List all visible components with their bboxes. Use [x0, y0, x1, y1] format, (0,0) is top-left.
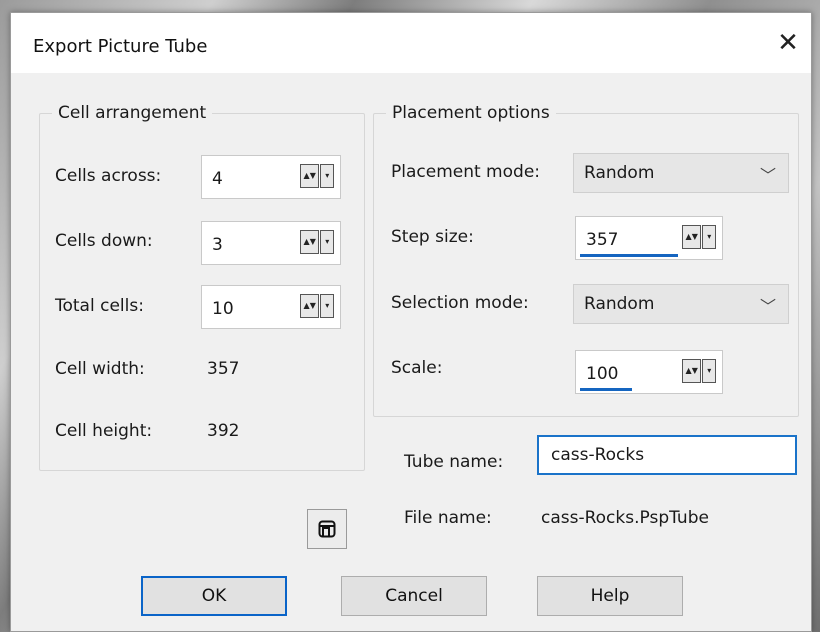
step-size-focus-underline — [580, 254, 678, 257]
spin-arrows-icon[interactable]: ▲▼ ▾ — [682, 359, 716, 383]
cells-down-value[interactable]: 3 — [212, 235, 223, 255]
selection-mode-value: Random — [584, 294, 655, 314]
cell-width-value: 357 — [207, 359, 240, 379]
spin-arrows-icon[interactable]: ▲▼ ▾ — [300, 294, 334, 318]
step-size-spinner[interactable]: 357 ▲▼ ▾ — [575, 216, 723, 260]
dialog-content: Cell arrangement Cells across: 4 ▲▼ ▾ Cel… — [11, 73, 811, 631]
file-name-value: cass-Rocks.PspTube — [541, 508, 709, 528]
selection-mode-select[interactable]: Random ﹀ — [573, 284, 789, 324]
cell-height-label: Cell height: — [55, 421, 153, 441]
title-bar: Export Picture Tube ✕ — [11, 13, 811, 73]
scale-spinner[interactable]: 100 ▲▼ ▾ — [575, 350, 723, 394]
cell-arrangement-legend: Cell arrangement — [58, 103, 207, 123]
total-cells-label: Total cells: — [55, 296, 144, 316]
spin-arrows-icon[interactable]: ▲▼ ▾ — [682, 225, 716, 249]
total-cells-spinner[interactable]: 10 ▲▼ ▾ — [201, 285, 341, 329]
link-ratio-icon — [318, 520, 336, 538]
cells-across-spinner[interactable]: 4 ▲▼ ▾ — [201, 155, 341, 199]
chevron-down-icon: ﹀ — [759, 166, 776, 185]
link-ratio-button[interactable] — [307, 509, 347, 549]
file-name-label: File name: — [404, 508, 492, 528]
export-picture-tube-dialog: Export Picture Tube ✕ Cell arrangement C… — [10, 12, 812, 632]
placement-mode-value: Random — [584, 163, 655, 183]
close-button[interactable]: ✕ — [765, 13, 811, 73]
cell-width-label: Cell width: — [55, 359, 145, 379]
spin-arrows-icon[interactable]: ▲▼ ▾ — [300, 230, 334, 254]
dialog-title: Export Picture Tube — [33, 36, 208, 57]
total-cells-value[interactable]: 10 — [212, 299, 234, 319]
cells-down-spinner[interactable]: 3 ▲▼ ▾ — [201, 221, 341, 265]
cells-across-value[interactable]: 4 — [212, 169, 223, 189]
cells-across-label: Cells across: — [55, 166, 162, 186]
help-button[interactable]: Help — [537, 576, 683, 616]
cancel-button[interactable]: Cancel — [341, 576, 487, 616]
cell-height-value: 392 — [207, 421, 240, 441]
step-size-value[interactable]: 357 — [586, 230, 618, 250]
scale-label: Scale: — [391, 358, 443, 378]
placement-mode-select[interactable]: Random ﹀ — [573, 153, 789, 193]
scale-focus-underline — [580, 388, 632, 391]
chevron-down-icon: ﹀ — [759, 297, 776, 316]
tube-name-input[interactable]: cass-Rocks — [537, 435, 797, 475]
cells-down-label: Cells down: — [55, 231, 153, 251]
tube-name-label: Tube name: — [404, 452, 504, 472]
ok-button[interactable]: OK — [141, 576, 287, 616]
scale-value[interactable]: 100 — [586, 364, 618, 384]
selection-mode-label: Selection mode: — [391, 293, 529, 313]
step-size-label: Step size: — [391, 227, 474, 247]
close-icon: ✕ — [777, 28, 799, 58]
spin-arrows-icon[interactable]: ▲▼ ▾ — [300, 164, 334, 188]
placement-options-legend: Placement options — [392, 103, 550, 123]
tube-name-value[interactable]: cass-Rocks — [551, 445, 644, 465]
placement-mode-label: Placement mode: — [391, 162, 540, 182]
